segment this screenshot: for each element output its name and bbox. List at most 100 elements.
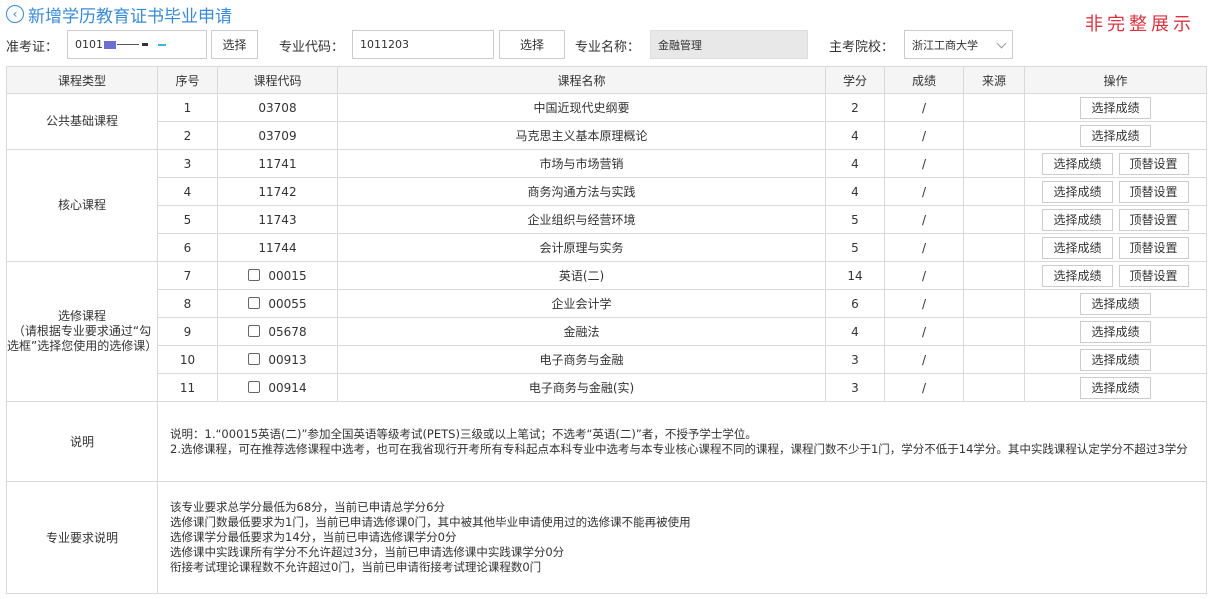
- select-score-button[interactable]: 选择成绩: [1080, 96, 1151, 119]
- row-name: 企业组织与经营环境: [337, 205, 826, 234]
- masked-text: [103, 40, 166, 49]
- requirements-row: 专业要求说明 该专业要求总学分最低为68分，当前已申请总学分6分 选修课门数最低…: [6, 481, 1207, 594]
- row-code: 03708: [217, 93, 338, 122]
- select-score-button[interactable]: 选择成绩: [1080, 376, 1151, 399]
- exam-no-label: 准考证：: [6, 40, 59, 55]
- row-no: 5: [157, 205, 218, 234]
- major-name-label: 专业名称：: [575, 40, 641, 55]
- row-name: 电子商务与金融(实): [337, 373, 826, 402]
- row-actions: 选择成绩 顶替设置: [1024, 149, 1207, 178]
- table-row: 4 11742 商务沟通方法与实践 4 / 选择成绩 顶替设置: [7, 177, 1207, 206]
- row-actions: 选择成绩: [1024, 93, 1207, 122]
- elective-type-note: （请根据专业要求通过“勾选框”选择您使用的选修课）: [7, 324, 158, 353]
- row-name: 企业会计学: [337, 289, 826, 318]
- row-code: 11741: [217, 149, 338, 178]
- row-actions: 选择成绩 顶替设置: [1024, 233, 1207, 262]
- row-no: 8: [157, 289, 218, 318]
- row-credit: 4: [825, 177, 885, 206]
- select-score-button[interactable]: 选择成绩: [1080, 348, 1151, 371]
- replace-setting-button[interactable]: 顶替设置: [1118, 152, 1189, 175]
- col-header-name: 课程名称: [337, 66, 826, 94]
- circle-chevron-left-icon[interactable]: ‹: [6, 5, 24, 23]
- select-score-button[interactable]: 选择成绩: [1080, 124, 1151, 147]
- elective-checkbox[interactable]: [248, 380, 261, 393]
- table-row: 11 00914 电子商务与金融(实) 3 / 选择成绩: [7, 373, 1207, 402]
- page-title: 新增学历教育证书毕业申请: [28, 6, 232, 27]
- row-score: /: [884, 233, 964, 262]
- row-actions: 选择成绩: [1024, 121, 1207, 150]
- row-code-cell: 00913: [217, 345, 338, 374]
- elective-type-label: 选修课程: [57, 309, 106, 323]
- row-score: /: [884, 205, 964, 234]
- row-score: /: [884, 261, 964, 290]
- elective-checkbox[interactable]: [248, 268, 261, 281]
- col-header-source: 来源: [963, 66, 1025, 94]
- table-row: 8 00055 企业会计学 6 / 选择成绩: [7, 289, 1207, 318]
- row-source: [963, 205, 1025, 234]
- row-no: 10: [157, 345, 218, 374]
- major-code-label: 专业代码：: [279, 40, 345, 55]
- school-label: 主考院校：: [829, 40, 895, 55]
- row-no: 2: [157, 121, 218, 150]
- replace-setting-button[interactable]: 顶替设置: [1118, 264, 1189, 287]
- elective-checkbox[interactable]: [248, 352, 261, 365]
- course-type-elective: 选修课程 （请根据专业要求通过“勾选框”选择您使用的选修课）: [6, 261, 158, 402]
- row-actions: 选择成绩 顶替设置: [1024, 261, 1207, 290]
- row-code: 00015: [268, 268, 307, 283]
- row-actions: 选择成绩: [1024, 373, 1207, 402]
- major-code-input[interactable]: 1011203: [352, 30, 494, 59]
- course-type-core: 核心课程: [6, 149, 158, 262]
- row-code: 11743: [217, 205, 338, 234]
- row-credit: 4: [825, 149, 885, 178]
- major-name-value: 金融管理: [658, 38, 702, 52]
- select-score-button[interactable]: 选择成绩: [1042, 236, 1113, 259]
- col-header-no: 序号: [157, 66, 218, 94]
- row-name: 会计原理与实务: [337, 233, 826, 262]
- select-score-button[interactable]: 选择成绩: [1042, 208, 1113, 231]
- replace-setting-button[interactable]: 顶替设置: [1118, 208, 1189, 231]
- table-row: 2 03709 马克思主义基本原理概论 4 / 选择成绩: [7, 121, 1207, 150]
- elective-checkbox[interactable]: [248, 296, 261, 309]
- row-code: 05678: [268, 324, 307, 339]
- page-header: ‹ 新增学历教育证书毕业申请: [6, 3, 232, 27]
- requirements-content: 该专业要求总学分最低为68分，当前已申请总学分6分 选修课门数最低要求为1门，当…: [157, 481, 1207, 594]
- table-row: 选修课程 （请根据专业要求通过“勾选框”选择您使用的选修课） 7 00015 英…: [6, 261, 1207, 402]
- row-name: 市场与市场营销: [337, 149, 826, 178]
- requirement-line: 衔接考试理论课程数不允许超过0门，当前已申请衔接考试理论课程数0门: [170, 560, 542, 574]
- requirements-label: 专业要求说明: [6, 481, 158, 594]
- table-row: 6 11744 会计原理与实务 5 / 选择成绩 顶替设置: [7, 233, 1207, 262]
- row-actions: 选择成绩: [1024, 289, 1207, 318]
- row-name: 商务沟通方法与实践: [337, 177, 826, 206]
- select-score-button[interactable]: 选择成绩: [1080, 320, 1151, 343]
- exam-no-input[interactable]: 0101: [67, 30, 207, 59]
- select-score-button[interactable]: 选择成绩: [1042, 180, 1113, 203]
- chevron-down-icon: [996, 38, 1007, 49]
- row-no: 4: [157, 177, 218, 206]
- row-name: 金融法: [337, 317, 826, 346]
- row-credit: 3: [825, 373, 885, 402]
- row-code: 00055: [268, 296, 307, 311]
- row-no: 3: [157, 149, 218, 178]
- select-score-button[interactable]: 选择成绩: [1042, 152, 1113, 175]
- row-credit: 6: [825, 289, 885, 318]
- col-header-code: 课程代码: [217, 66, 338, 94]
- select-score-button[interactable]: 选择成绩: [1080, 292, 1151, 315]
- exam-no-select-button[interactable]: 选择: [211, 30, 258, 59]
- elective-checkbox[interactable]: [248, 324, 261, 337]
- row-source: [963, 149, 1025, 178]
- row-credit: 5: [825, 205, 885, 234]
- select-score-button[interactable]: 选择成绩: [1042, 264, 1113, 287]
- row-score: /: [884, 149, 964, 178]
- row-name: 马克思主义基本原理概论: [337, 121, 826, 150]
- school-select[interactable]: 浙江工商大学: [904, 30, 1013, 59]
- col-header-type: 课程类型: [6, 66, 158, 94]
- course-type-public: 公共基础课程: [6, 93, 158, 150]
- row-actions: 选择成绩: [1024, 345, 1207, 374]
- requirement-line: 选修课中实践课所有学分不允许超过3分，当前已申请选修课中实践课学分0分: [170, 545, 565, 559]
- requirement-line: 该专业要求总学分最低为68分，当前已申请总学分6分: [170, 500, 445, 514]
- row-no: 1: [157, 93, 218, 122]
- notes-line: 2.选修课程，可在推荐选修课程中选考，也可在我省现行开考所有专科起点本科专业中选…: [170, 441, 1188, 456]
- replace-setting-button[interactable]: 顶替设置: [1118, 236, 1189, 259]
- replace-setting-button[interactable]: 顶替设置: [1118, 180, 1189, 203]
- major-code-select-button[interactable]: 选择: [499, 30, 565, 59]
